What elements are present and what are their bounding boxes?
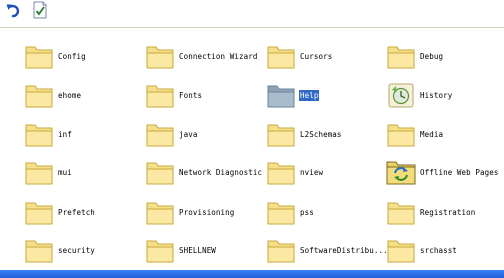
folder-label[interactable]: nview: [299, 167, 324, 178]
folder-icon[interactable]: [145, 120, 175, 148]
folder-icon[interactable]: [145, 236, 175, 264]
folder-icon[interactable]: [145, 198, 175, 226]
folder-label[interactable]: SHELLNEW: [178, 245, 217, 256]
folder-label[interactable]: Fonts: [178, 90, 203, 101]
folder-label[interactable]: srchasst: [419, 245, 458, 256]
folder-item[interactable]: mui: [24, 158, 142, 188]
folder-icon[interactable]: [266, 158, 296, 186]
folder-item[interactable]: Help: [266, 81, 384, 111]
folder-label[interactable]: Debug: [419, 51, 444, 62]
folder-label[interactable]: security: [57, 245, 96, 256]
properties-icon[interactable]: [31, 1, 49, 19]
folder-item[interactable]: Cursors: [266, 42, 384, 72]
folder-label[interactable]: ehome: [57, 90, 82, 101]
offline-folder-icon[interactable]: [386, 158, 416, 186]
folder-item[interactable]: Registration: [386, 198, 502, 228]
folder-icon[interactable]: [145, 158, 175, 186]
folder-item[interactable]: Fonts: [145, 81, 263, 111]
folder-item[interactable]: Media: [386, 120, 502, 150]
folder-icon[interactable]: [266, 236, 296, 264]
folder-label[interactable]: Help: [299, 90, 320, 101]
folder-label[interactable]: pss: [299, 207, 315, 218]
folder-item[interactable]: History: [386, 81, 502, 111]
folder-icon[interactable]: [24, 236, 54, 264]
folder-label[interactable]: SoftwareDistribu...: [299, 245, 389, 256]
folder-label[interactable]: java: [178, 129, 198, 140]
folder-item[interactable]: Debug: [386, 42, 502, 72]
folder-item[interactable]: Offline Web Pages: [386, 158, 502, 188]
folder-label[interactable]: Provisioning: [178, 207, 235, 218]
folder-label[interactable]: Registration: [419, 207, 476, 218]
folder-icon[interactable]: [24, 42, 54, 70]
folder-label[interactable]: L2Schemas: [299, 129, 343, 140]
toolbar: [0, 0, 504, 20]
folder-item[interactable]: java: [145, 120, 263, 150]
folder-item[interactable]: Prefetch: [24, 198, 142, 228]
folder-label[interactable]: Cursors: [299, 51, 333, 62]
folder-icon[interactable]: [386, 120, 416, 148]
history-folder-icon[interactable]: [386, 81, 416, 109]
folder-label[interactable]: Network Diagnostic: [178, 167, 263, 178]
folder-icon[interactable]: [386, 198, 416, 226]
folder-label[interactable]: inf: [57, 129, 73, 140]
folder-label[interactable]: History: [419, 90, 453, 101]
folder-icon[interactable]: [24, 158, 54, 186]
folder-label[interactable]: Connection Wizard: [178, 51, 258, 62]
folder-label[interactable]: mui: [57, 167, 73, 178]
folder-icon[interactable]: [145, 42, 175, 70]
folder-item[interactable]: L2Schemas: [266, 120, 384, 150]
folder-item[interactable]: inf: [24, 120, 142, 150]
folder-item[interactable]: SoftwareDistribu...: [266, 236, 388, 266]
folder-item[interactable]: Config: [24, 42, 142, 72]
folder-icon[interactable]: [266, 81, 296, 109]
undo-icon[interactable]: [5, 1, 23, 19]
folder-label[interactable]: Offline Web Pages: [419, 167, 499, 178]
folder-item[interactable]: ehome: [24, 81, 142, 111]
folder-icon[interactable]: [24, 81, 54, 109]
folder-label[interactable]: Config: [57, 51, 87, 62]
folder-item[interactable]: security: [24, 236, 142, 266]
folder-item[interactable]: Network Diagnostic: [145, 158, 263, 188]
folder-icon[interactable]: [386, 236, 416, 264]
folder-label[interactable]: Prefetch: [57, 207, 96, 218]
folder-label[interactable]: Media: [419, 129, 444, 140]
folder-icon[interactable]: [266, 42, 296, 70]
folder-item[interactable]: nview: [266, 158, 384, 188]
folder-icon[interactable]: [266, 120, 296, 148]
folder-icon[interactable]: [145, 81, 175, 109]
folder-item[interactable]: srchasst: [386, 236, 502, 266]
folder-icon[interactable]: [24, 198, 54, 226]
folder-icon[interactable]: [24, 120, 54, 148]
folder-item[interactable]: Connection Wizard: [145, 42, 263, 72]
folder-item[interactable]: Provisioning: [145, 198, 263, 228]
folder-item[interactable]: pss: [266, 198, 384, 228]
folder-item[interactable]: SHELLNEW: [145, 236, 263, 266]
folder-icon[interactable]: [386, 42, 416, 70]
folder-view: Config Connection Wizard Cursors Debug ehome…: [0, 28, 504, 270]
taskbar: [0, 270, 504, 278]
folder-icon[interactable]: [266, 198, 296, 226]
